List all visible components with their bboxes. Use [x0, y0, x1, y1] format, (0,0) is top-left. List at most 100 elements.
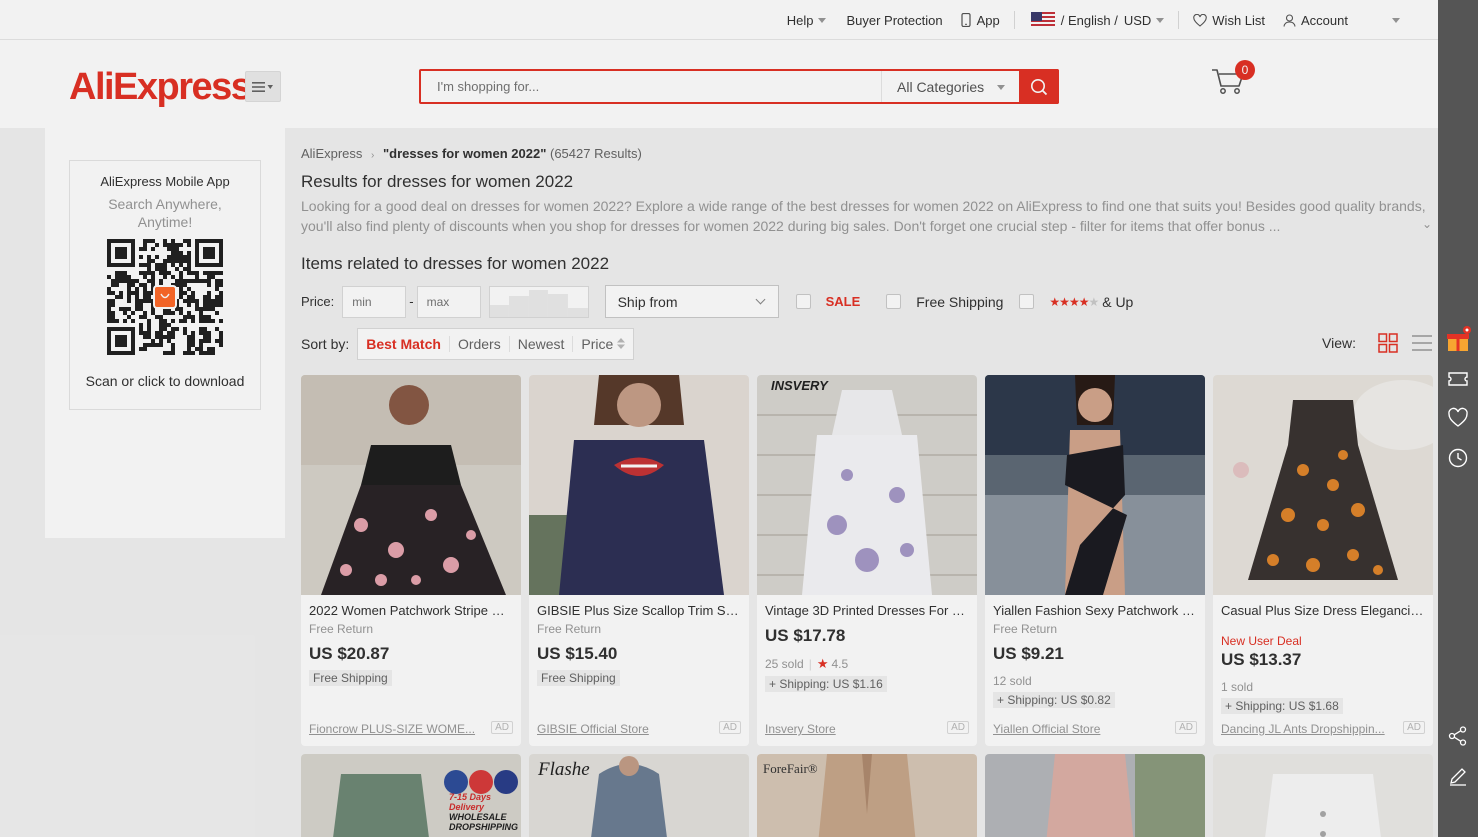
product-title[interactable]: 2022 Women Patchwork Stripe Ne... [309, 603, 513, 618]
grid-view-icon[interactable] [1378, 333, 1398, 353]
brand-watermark: Flashe [538, 759, 590, 780]
product-card[interactable]: Yiallen Fashion Sexy Patchwork Mi... Fre… [985, 375, 1205, 746]
free-shipping-label: Free Shipping [916, 293, 1004, 310]
product-card[interactable]: 7-15 Days Delivery WHOLESALE DROPSHIPPIN… [301, 754, 521, 837]
mobile-app-card[interactable]: AliExpress Mobile App Search Anywhere, A… [69, 160, 261, 410]
product-title[interactable]: Yiallen Fashion Sexy Patchwork Mi... [993, 603, 1197, 618]
product-card[interactable]: 2022 Women Patchwork Stripe Ne... Free R… [301, 375, 521, 746]
free-shipping-checkbox[interactable] [886, 294, 902, 309]
price-max-input[interactable] [416, 285, 481, 318]
expand-description-icon[interactable]: ⌄ [1422, 217, 1432, 231]
sort-price[interactable]: Price [573, 336, 633, 352]
aliexpress-logo[interactable]: AliExpress [69, 66, 252, 109]
breadcrumb-query: "dresses for women 2022" [383, 146, 547, 161]
star-icon: ★ [816, 656, 829, 671]
chevron-down-icon [1392, 17, 1400, 23]
product-image[interactable] [985, 375, 1205, 595]
chevron-right-icon: › [371, 150, 375, 161]
sort-newest[interactable]: Newest [510, 335, 574, 352]
account-menu[interactable]: Account [1283, 13, 1400, 28]
list-view-icon[interactable] [1412, 334, 1432, 352]
new-user-deal-label: New User Deal [1221, 634, 1302, 648]
product-image[interactable] [757, 375, 977, 595]
rating-checkbox[interactable] [1019, 294, 1035, 309]
sort-price-label: Price [581, 335, 614, 352]
heart-icon [1193, 13, 1208, 27]
heart-icon[interactable] [1447, 407, 1469, 429]
wishlist-label: Wish List [1212, 12, 1266, 28]
product-card[interactable]: GIBSIE Plus Size Scallop Trim Sequi... F… [529, 375, 749, 746]
store-link[interactable]: Yiallen Official Store [993, 722, 1163, 736]
store-link[interactable]: GIBSIE Official Store [537, 722, 707, 736]
sale-label: SALE [825, 294, 861, 309]
sort-options: Best Match Orders Newest Price [357, 327, 635, 360]
sold-count: 25 sold [765, 657, 804, 671]
app-card-subtitle: Search Anywhere, Anytime! [108, 196, 222, 230]
sort-orders[interactable]: Orders [450, 335, 510, 352]
product-card[interactable]: INSVERY Vintage 3D Printed Dresses For W… [757, 375, 977, 746]
product-card[interactable]: ForeFair® [757, 754, 977, 837]
price-label: Price: [301, 294, 335, 309]
product-price: US $13.37 [1221, 650, 1302, 669]
search-input[interactable] [421, 71, 881, 102]
sort-best-match[interactable]: Best Match [358, 335, 450, 352]
ship-from-label: Ship from [617, 293, 678, 310]
price-histogram[interactable] [488, 285, 589, 318]
share-icon[interactable] [1447, 725, 1469, 747]
free-return-label: Free Return [993, 622, 1058, 636]
app-link[interactable]: App [960, 13, 1000, 28]
product-image[interactable] [529, 375, 749, 595]
edit-icon[interactable] [1447, 765, 1469, 787]
gift-icon[interactable] [1444, 326, 1472, 354]
ship-from-select[interactable]: Ship from [604, 285, 779, 318]
results-title: Results for dresses for women 2022 [301, 172, 574, 191]
left-sidebar: AliExpress Mobile App Search Anywhere, A… [45, 128, 285, 538]
product-image[interactable] [1213, 375, 1433, 595]
language-label: / English / [1060, 12, 1118, 28]
store-link[interactable]: Fioncrow PLUS-SIZE WOME... [309, 722, 479, 736]
results-description: Looking for a good deal on dresses for w… [301, 198, 1426, 234]
sort-bar: Sort by: Best Match Orders Newest Price … [301, 327, 1438, 360]
category-select[interactable]: All Categories [881, 71, 1021, 102]
history-icon[interactable] [1447, 447, 1469, 469]
product-image[interactable] [301, 375, 521, 595]
search-button[interactable] [1019, 69, 1059, 104]
ad-badge: AD [1175, 721, 1197, 734]
store-link[interactable]: Insvery Store [765, 722, 935, 736]
product-title[interactable]: Vintage 3D Printed Dresses For W... [765, 603, 969, 618]
price-min-input[interactable] [342, 285, 407, 318]
four-star-rating-icon: ★★★★★ [1049, 294, 1099, 309]
store-link[interactable]: Dancing JL Ants Dropshippin... [1221, 722, 1391, 736]
us-flag-icon [1030, 12, 1055, 28]
cart-button[interactable]: 0 [1210, 60, 1255, 98]
language-currency-selector[interactable]: / English / USD [1030, 12, 1165, 28]
aliexpress-app-icon [153, 285, 177, 309]
account-label: Account [1301, 12, 1348, 28]
ad-badge: AD [1403, 721, 1425, 734]
help-menu[interactable]: Help [787, 13, 827, 28]
product-image[interactable] [985, 754, 1205, 837]
product-title[interactable]: GIBSIE Plus Size Scallop Trim Sequi... [537, 603, 741, 618]
ad-badge: AD [947, 721, 969, 734]
coupon-icon[interactable] [1447, 368, 1469, 390]
breadcrumb-home-link[interactable]: AliExpress [301, 146, 362, 161]
divider: | [808, 657, 812, 671]
product-image[interactable] [1213, 754, 1433, 837]
product-card[interactable]: Flashe [529, 754, 749, 837]
category-select-label: All Categories [897, 78, 985, 95]
sale-checkbox[interactable] [795, 294, 811, 309]
product-card[interactable] [1213, 754, 1433, 837]
qr-code[interactable] [107, 239, 223, 355]
and-up-label: & Up [1102, 293, 1134, 310]
wishlist-link[interactable]: Wish List [1193, 13, 1265, 28]
product-title[interactable]: Casual Plus Size Dress Elegancia M... [1221, 603, 1425, 618]
free-return-label: Free Return [309, 622, 374, 636]
delivery-badge-line: 7-15 Days Delivery [449, 792, 492, 812]
ad-badge: AD [719, 721, 741, 734]
top-utility-bar: Help Buyer Protection App / English / US… [0, 0, 1438, 40]
product-card[interactable]: Casual Plus Size Dress Elegancia M... Ne… [1213, 375, 1433, 746]
product-card[interactable] [985, 754, 1205, 837]
filter-bar: Price: - Ship from SALE Free Shipping ★★… [301, 285, 1438, 318]
categories-menu-button[interactable] [245, 71, 281, 102]
buyer-protection-link[interactable]: Buyer Protection [846, 13, 942, 28]
